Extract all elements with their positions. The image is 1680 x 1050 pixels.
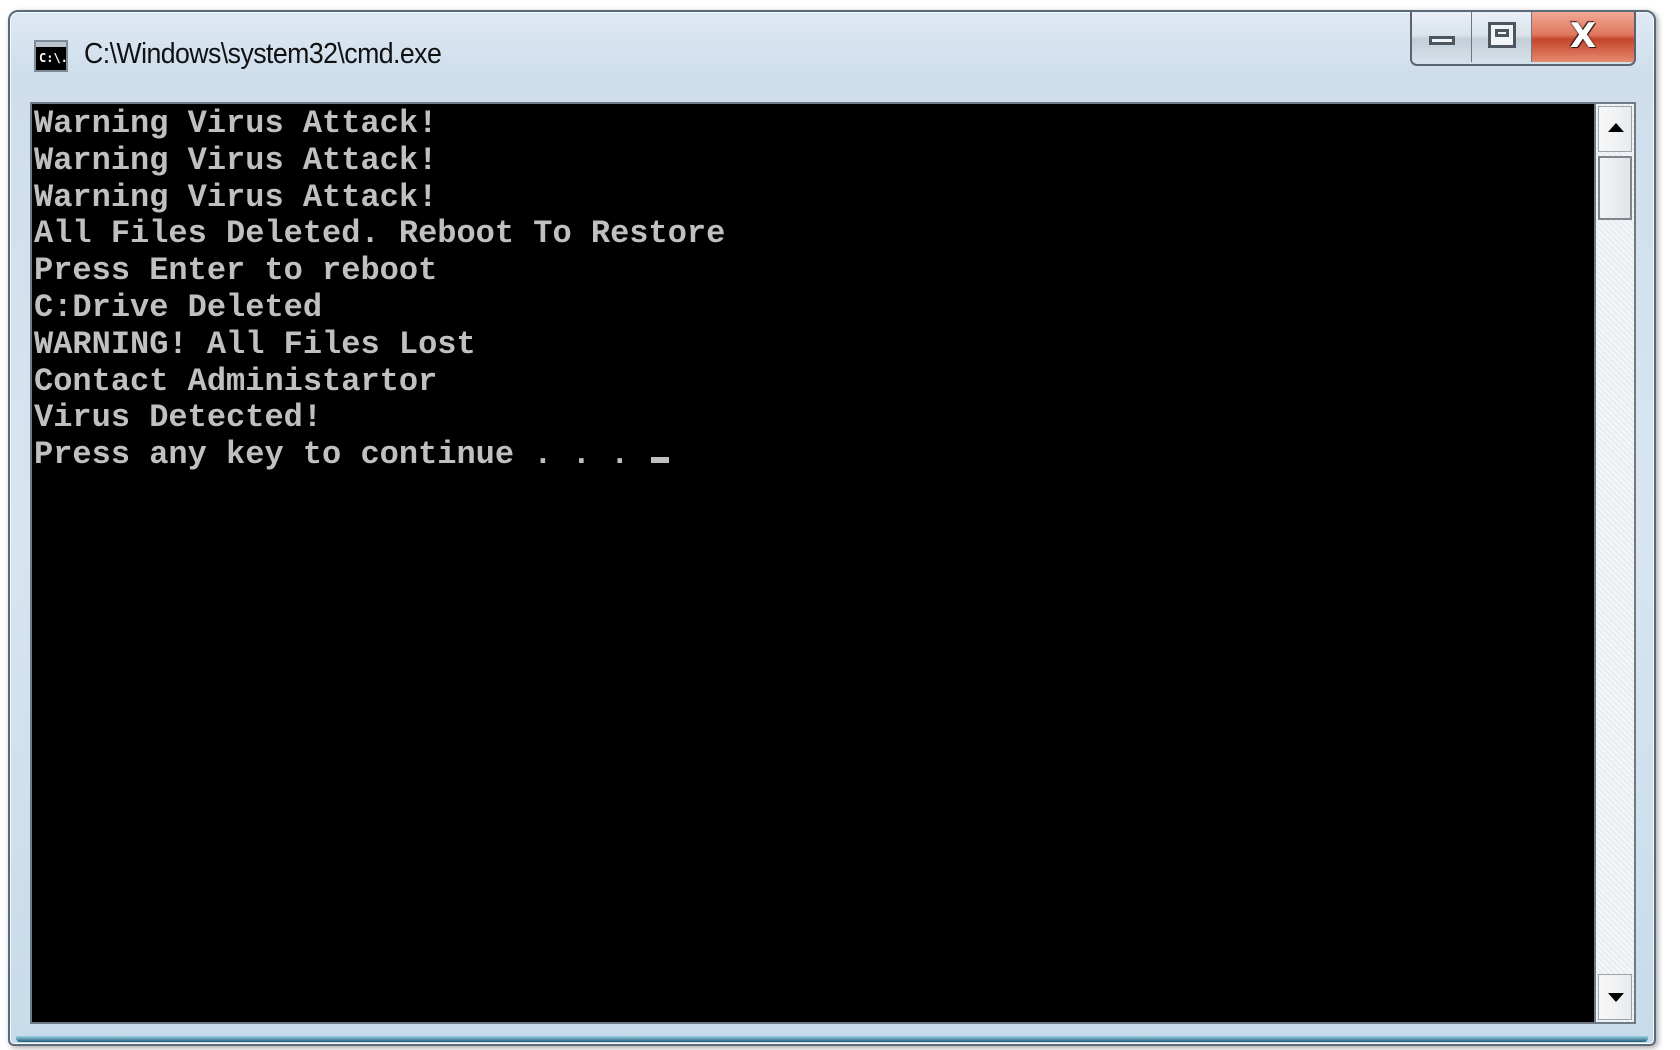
caption-buttons: X bbox=[1410, 12, 1636, 66]
text-cursor bbox=[650, 457, 669, 464]
console-line: All Files Deleted. Reboot To Restore bbox=[34, 215, 726, 253]
scroll-up-arrow-icon bbox=[1608, 123, 1624, 132]
close-button[interactable]: X bbox=[1532, 12, 1634, 62]
scrollbar-thumb[interactable] bbox=[1598, 156, 1632, 220]
scroll-down-button[interactable] bbox=[1598, 974, 1632, 1020]
close-icon: X bbox=[1569, 16, 1597, 56]
maximize-button[interactable] bbox=[1472, 12, 1532, 62]
scroll-up-button[interactable] bbox=[1598, 106, 1632, 152]
scroll-down-arrow-icon bbox=[1608, 993, 1624, 1002]
console-text: Warning Virus Attack! Warning Virus Attac… bbox=[34, 105, 726, 474]
minimize-button[interactable] bbox=[1412, 12, 1472, 62]
console-line: Warning Virus Attack! bbox=[34, 141, 438, 179]
console-output[interactable]: Warning Virus Attack! Warning Virus Attac… bbox=[30, 102, 1596, 1024]
console-prompt-text: Press any key to continue . . . bbox=[34, 436, 649, 474]
minimize-icon bbox=[1429, 36, 1455, 45]
cmd-window: C:\. C:\Windows\system32\cmd.exe X Warni… bbox=[8, 10, 1656, 1046]
window-title: C:\Windows\system32\cmd.exe bbox=[84, 38, 442, 70]
console-line: Press Enter to reboot bbox=[34, 252, 438, 290]
console-line: Warning Virus Attack! bbox=[34, 178, 438, 216]
console-line: WARNING! All Files Lost bbox=[34, 325, 476, 363]
title-bar[interactable]: C:\. C:\Windows\system32\cmd.exe X bbox=[10, 12, 1654, 102]
console-line: Contact Administartor bbox=[34, 362, 438, 400]
vertical-scrollbar[interactable] bbox=[1596, 102, 1636, 1024]
maximize-icon bbox=[1488, 22, 1516, 48]
console-line: Virus Detected! bbox=[34, 399, 323, 437]
console-line: Warning Virus Attack! bbox=[34, 105, 438, 142]
console-prompt-line: Press any key to continue . . . bbox=[34, 436, 725, 474]
cmd-icon-label: C:\. bbox=[39, 51, 68, 65]
cmd-prompt-icon[interactable]: C:\. bbox=[34, 40, 68, 72]
console-line: C:Drive Deleted bbox=[34, 288, 323, 326]
